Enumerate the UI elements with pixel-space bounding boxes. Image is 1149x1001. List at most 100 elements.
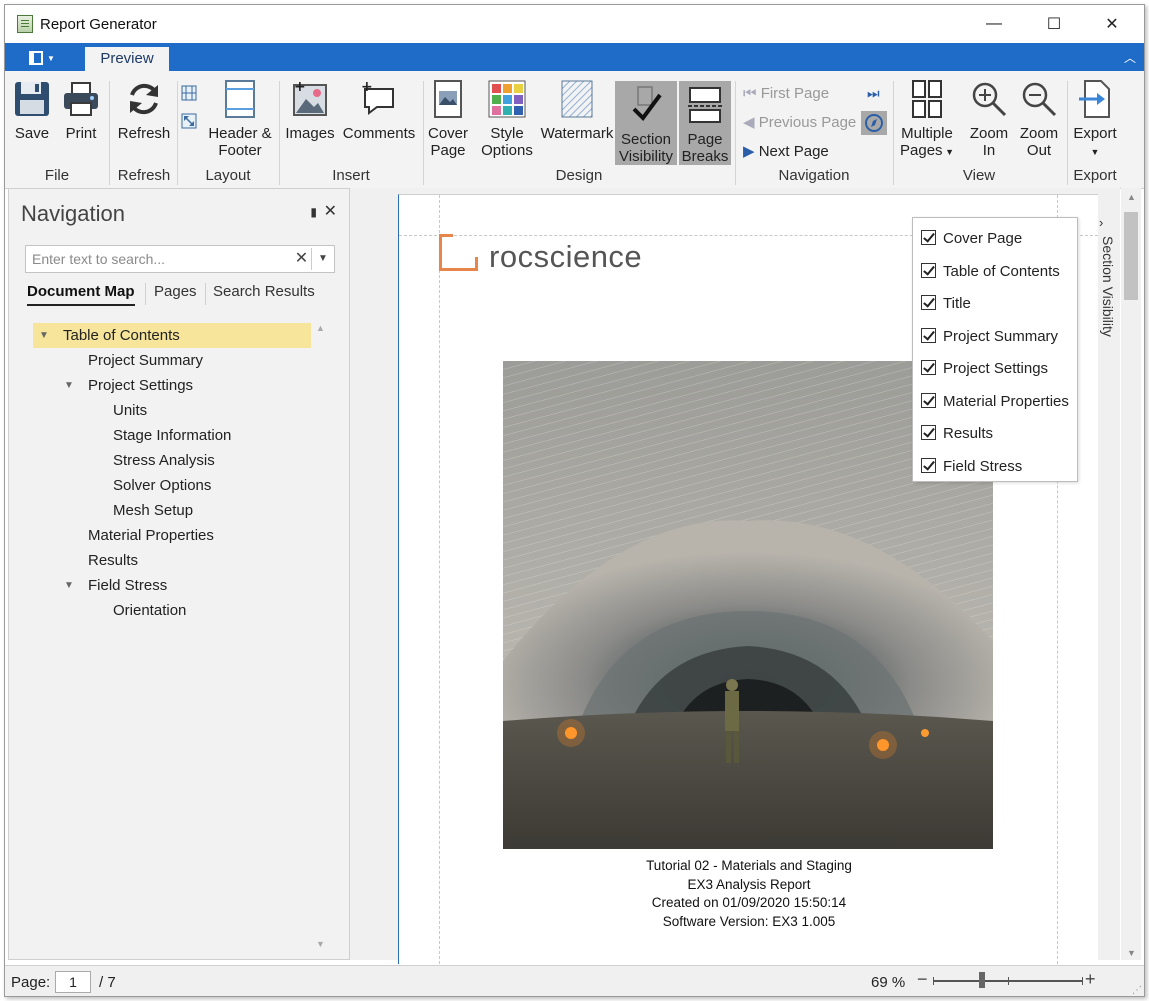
zoom-slider-track[interactable] bbox=[933, 977, 1083, 985]
page-breaks-label-2: Breaks bbox=[681, 148, 729, 165]
multiple-pages-label-1: Multiple bbox=[901, 125, 953, 142]
export-button[interactable]: Export ▼ bbox=[1071, 79, 1119, 161]
page-breaks-icon bbox=[685, 85, 725, 125]
tab-document-map[interactable]: Document Map bbox=[27, 283, 135, 306]
expand-arrow-icon[interactable]: ▼ bbox=[39, 323, 49, 348]
save-label: Save bbox=[14, 125, 50, 142]
close-icon[interactable]: ✕ bbox=[324, 201, 337, 221]
images-label: Images bbox=[285, 125, 335, 142]
rocscience-logo-text: rocscience bbox=[489, 239, 643, 274]
resize-grip-icon[interactable]: ⋰ bbox=[1132, 985, 1142, 996]
first-page-button[interactable]: ⏮ First Page bbox=[743, 85, 829, 102]
checkbox-checked-icon[interactable] bbox=[921, 327, 936, 343]
page-breaks-button[interactable]: Page Breaks bbox=[679, 81, 731, 165]
previous-page-icon: ◀ bbox=[743, 114, 755, 131]
close-button[interactable]: ✕ bbox=[1083, 5, 1141, 43]
section-visibility-item[interactable]: Results bbox=[921, 425, 993, 445]
section-visibility-label: Material Properties bbox=[943, 392, 1069, 410]
zoom-minus-icon[interactable]: − bbox=[917, 969, 928, 990]
zoom-tick bbox=[1082, 977, 1083, 985]
scroll-up-icon[interactable]: ▲ bbox=[1127, 192, 1136, 202]
print-button[interactable]: Print bbox=[59, 79, 103, 142]
application-menu-button[interactable]: ▼ bbox=[25, 48, 59, 68]
tree-item[interactable]: ▼ Table of Contents bbox=[33, 323, 311, 348]
comments-label: Comments bbox=[342, 125, 416, 142]
minimize-button[interactable]: — bbox=[965, 5, 1023, 43]
header-footer-label-1: Header & bbox=[208, 125, 272, 142]
first-page-icon: ⏮ bbox=[743, 85, 757, 102]
page-number-input[interactable] bbox=[55, 971, 91, 993]
section-visibility-panel: Cover Page Table of Contents Title Project … bbox=[912, 217, 1078, 482]
status-bar: Page: / 7 69 % − + ⋰ bbox=[5, 965, 1144, 996]
tab-search-results[interactable]: Search Results bbox=[213, 283, 315, 304]
svg-text:+: + bbox=[294, 79, 306, 95]
checkbox-checked-icon[interactable] bbox=[921, 230, 936, 245]
collapse-ribbon-icon[interactable]: ︿ bbox=[1124, 49, 1136, 66]
group-layout-label: Layout bbox=[205, 167, 251, 184]
compass-icon bbox=[865, 114, 883, 132]
nav-scrollbar[interactable]: ▲ ▼ bbox=[313, 323, 329, 949]
tab-preview[interactable]: Preview bbox=[85, 47, 169, 71]
images-button[interactable]: + Images bbox=[285, 79, 335, 142]
zoom-slider-thumb[interactable] bbox=[979, 972, 985, 988]
window-title: Report Generator bbox=[40, 16, 157, 33]
header-footer-icon bbox=[220, 79, 260, 119]
tab-pages[interactable]: Pages bbox=[154, 283, 197, 304]
scrollbar-thumb[interactable] bbox=[1124, 212, 1138, 300]
save-button[interactable]: Save bbox=[11, 79, 53, 142]
checkbox-checked-icon[interactable] bbox=[921, 360, 936, 375]
checkbox-checked-icon[interactable] bbox=[921, 392, 936, 408]
checkbox-checked-icon[interactable] bbox=[921, 457, 936, 473]
pin-icon[interactable]: ▮ bbox=[310, 205, 317, 219]
zoom-out-button[interactable]: Zoom Out bbox=[1017, 79, 1061, 159]
section-visibility-item[interactable]: Project Summary bbox=[921, 327, 1058, 348]
section-visibility-strip[interactable]: › Section Visibility bbox=[1095, 215, 1117, 375]
scroll-up-icon[interactable]: ▲ bbox=[316, 323, 325, 333]
section-visibility-item[interactable]: Table of Contents bbox=[921, 262, 1060, 283]
section-visibility-item[interactable]: Cover Page bbox=[921, 230, 1022, 250]
style-options-button[interactable]: Style Options bbox=[479, 79, 535, 159]
scroll-down-icon[interactable]: ▼ bbox=[1127, 948, 1136, 958]
checkbox-checked-icon[interactable] bbox=[921, 425, 936, 440]
preview-scrollbar[interactable]: ▲ ▼ bbox=[1121, 188, 1141, 960]
maximize-button[interactable]: ☐ bbox=[1025, 5, 1083, 43]
page-layout-icon[interactable] bbox=[181, 85, 197, 101]
group-separator bbox=[279, 81, 280, 185]
zoom-level: 69 % bbox=[871, 974, 906, 991]
page-size-icon[interactable] bbox=[181, 113, 197, 129]
navigation-title: Navigation bbox=[21, 201, 125, 226]
multiple-pages-icon bbox=[907, 79, 947, 119]
watermark-button[interactable]: Watermark bbox=[537, 79, 617, 142]
previous-page-button[interactable]: ◀ Previous Page bbox=[743, 113, 856, 131]
checkmark-icon bbox=[626, 85, 666, 125]
zoom-plus-icon[interactable]: + bbox=[1085, 969, 1096, 990]
section-visibility-button[interactable]: Section Visibility bbox=[615, 81, 677, 165]
cover-page-button[interactable]: Cover Page bbox=[427, 79, 469, 159]
watermark-label: Watermark bbox=[540, 125, 614, 142]
tree-item-label: Orientation bbox=[113, 602, 187, 619]
section-visibility-item[interactable]: Project Settings bbox=[921, 360, 1048, 380]
scroll-down-icon[interactable]: ▼ bbox=[316, 939, 325, 949]
zoom-out-icon bbox=[1019, 79, 1059, 119]
last-page-icon[interactable]: ⏭ bbox=[867, 85, 880, 102]
expand-arrow-icon[interactable]: ▼ bbox=[64, 573, 74, 598]
checkbox-checked-icon[interactable] bbox=[921, 262, 936, 278]
clear-search-icon[interactable]: ✕ bbox=[292, 248, 312, 270]
style-options-label-2: Options bbox=[481, 142, 533, 159]
refresh-button[interactable]: Refresh bbox=[113, 79, 175, 142]
chevron-down-icon[interactable]: ▼ bbox=[314, 248, 332, 270]
next-page-button[interactable]: ▶ Next Page bbox=[743, 142, 829, 160]
zoom-in-button[interactable]: Zoom In bbox=[967, 79, 1011, 159]
section-visibility-label: Title bbox=[943, 295, 971, 312]
header-footer-button[interactable]: Header & Footer bbox=[205, 79, 275, 159]
comments-button[interactable]: + Comments bbox=[341, 79, 417, 142]
chevron-right-icon[interactable]: › bbox=[1099, 215, 1103, 230]
section-visibility-item[interactable]: Material Properties bbox=[921, 392, 1069, 413]
section-visibility-item[interactable]: Field Stress bbox=[921, 457, 1022, 478]
search-input[interactable] bbox=[26, 246, 286, 272]
navigation-mode-button[interactable] bbox=[861, 111, 887, 135]
checkbox-checked-icon[interactable] bbox=[921, 295, 936, 310]
expand-arrow-icon[interactable]: ▼ bbox=[64, 373, 74, 398]
multiple-pages-button[interactable]: Multiple Pages ▼ bbox=[897, 79, 957, 161]
section-visibility-item[interactable]: Title bbox=[921, 295, 971, 315]
